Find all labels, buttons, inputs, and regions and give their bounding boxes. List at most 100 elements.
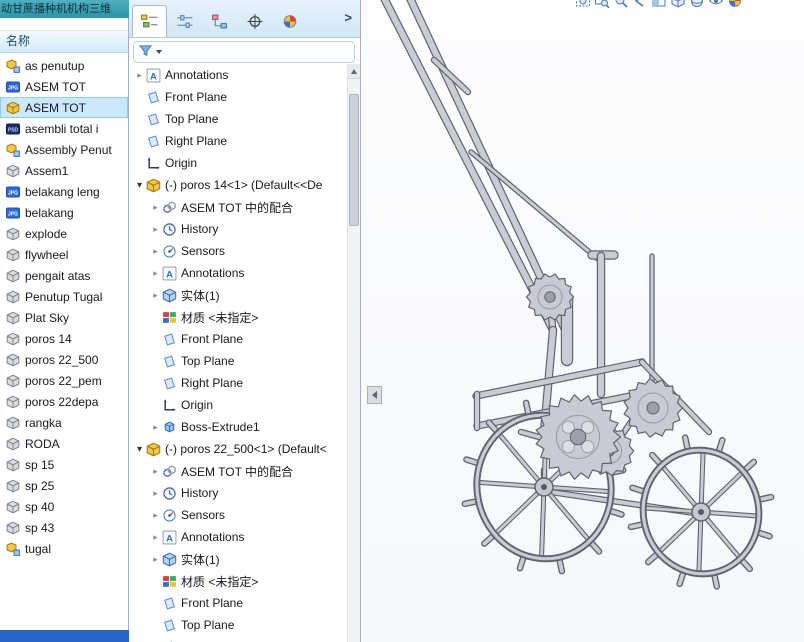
panel-splitter-handle[interactable] — [367, 386, 382, 404]
file-item-sp-43[interactable]: sp 43 — [0, 517, 128, 538]
tree-item-sensors[interactable]: ▸Sensors — [129, 504, 347, 526]
scrollbar-thumb[interactable] — [349, 94, 359, 226]
expand-arrow-icon[interactable]: ▸ — [149, 466, 162, 477]
feature-tree: ▸AAnnotationsFront PlaneTop PlaneRight P… — [129, 64, 347, 642]
tree-item-材质-未指定[interactable]: 材质 <未指定> — [129, 570, 347, 592]
graphics-area[interactable] — [361, 0, 804, 642]
zoom-fit-icon[interactable] — [575, 0, 591, 9]
tree-item-top-plane[interactable]: Top Plane — [129, 108, 347, 130]
tab-displaymanager[interactable] — [272, 5, 307, 37]
display-style-icon[interactable] — [689, 0, 705, 9]
file-item-poros-22-500[interactable]: poros 22_500 — [0, 349, 128, 370]
tree-item-sensors[interactable]: ▸Sensors — [129, 240, 347, 262]
tab-propertymanager[interactable] — [167, 5, 202, 37]
tree-item-history[interactable]: ▸History — [129, 218, 347, 240]
tab-configurationmanager[interactable] — [202, 5, 237, 37]
expand-arrow-icon[interactable]: ▸ — [133, 70, 146, 81]
tree-item-实体-1[interactable]: ▸实体(1) — [129, 284, 347, 306]
file-item-flywheel[interactable]: flywheel — [0, 244, 128, 265]
expand-arrow-icon[interactable]: ▸ — [149, 202, 162, 213]
file-item-asem-tot[interactable]: ASEM TOT — [0, 97, 128, 118]
magnifier-icon[interactable] — [613, 0, 629, 9]
expand-arrow-icon[interactable]: ▸ — [149, 510, 162, 521]
file-item-explode[interactable]: explode — [0, 223, 128, 244]
tree-item-poros-22-500-1-default[interactable]: ▾(-) poros 22_500<1> (Default< — [129, 438, 347, 460]
tree-item-label: Right Plane — [181, 376, 243, 390]
svg-text:JPG: JPG — [8, 85, 18, 91]
file-list-header[interactable]: 名称 — [0, 30, 128, 53]
filter-dropdown-caret[interactable] — [156, 50, 162, 54]
expand-arrow-icon[interactable]: ▸ — [149, 422, 162, 433]
expand-arrow-icon[interactable]: ▸ — [149, 224, 162, 235]
tree-scrollbar[interactable] — [347, 64, 360, 642]
zoom-area-icon[interactable] — [594, 0, 610, 9]
tree-item-history[interactable]: ▸ History — [129, 482, 347, 504]
expand-arrow-icon[interactable]: ▸ — [149, 554, 162, 565]
expand-arrow-icon[interactable]: ▸ — [149, 532, 162, 543]
window-titlebar: 动甘蔗播种机机构三维 — [0, 0, 130, 18]
tree-item-asem-tot-中的配合[interactable]: ▸ASEM TOT 中的配合 — [129, 460, 347, 482]
file-item-belakang[interactable]: JPGbelakang — [0, 202, 128, 223]
tab-featuremanager[interactable] — [132, 5, 167, 37]
file-item-sp-40[interactable]: sp 40 — [0, 496, 128, 517]
tree-item-label: 材质 <未指定> — [181, 309, 258, 326]
file-item-sp-15[interactable]: sp 15 — [0, 454, 128, 475]
tree-item-front-plane[interactable]: Front Plane — [129, 592, 347, 614]
scroll-up-button[interactable] — [348, 64, 360, 79]
file-item-plat-sky[interactable]: Plat Sky — [0, 307, 128, 328]
tree-item-实体-1[interactable]: ▸实体(1) — [129, 548, 347, 570]
tree-item-right-plane[interactable]: Right Plane — [129, 130, 347, 152]
tree-filter-bar[interactable] — [133, 41, 355, 63]
orientation-cube-icon[interactable] — [670, 0, 686, 9]
file-item-label: ASEM TOT — [25, 80, 86, 94]
expand-arrow-icon[interactable]: ▸ — [149, 488, 162, 499]
appearance-icon[interactable] — [727, 0, 743, 9]
tree-item-poros-14-1-default-de[interactable]: ▾(-) poros 14<1> (Default<<De — [129, 174, 347, 196]
hide-show-icon[interactable] — [708, 0, 724, 9]
expand-arrow-icon[interactable]: ▾ — [133, 180, 146, 191]
tree-item-annotations[interactable]: ▸AAnnotations — [129, 64, 347, 86]
file-item-rangka[interactable]: rangka — [0, 412, 128, 433]
tree-item-front-plane[interactable]: Front Plane — [129, 86, 347, 108]
expand-arrow-icon[interactable]: ▸ — [149, 268, 162, 279]
file-item-tugal[interactable]: tugal — [0, 538, 128, 559]
file-item-pengait-atas[interactable]: pengait atas — [0, 265, 128, 286]
file-item-asembli-total-i[interactable]: PSDasembli total i — [0, 118, 128, 139]
taskbar-strip[interactable] — [0, 630, 129, 642]
section-icon[interactable] — [651, 0, 667, 9]
file-item-sp-25[interactable]: sp 25 — [0, 475, 128, 496]
file-item-poros-22depa[interactable]: poros 22depa — [0, 391, 128, 412]
tree-item-label: History — [181, 486, 218, 500]
file-item-poros-14[interactable]: poros 14 — [0, 328, 128, 349]
tree-item-annotations[interactable]: ▸AAnnotations — [129, 526, 347, 548]
part-icon — [6, 290, 20, 304]
file-item-label: sp 43 — [25, 521, 54, 535]
tree-item-front-plane[interactable]: Front Plane — [129, 328, 347, 350]
filter-funnel-icon[interactable] — [138, 43, 153, 61]
tree-item-top-plane[interactable]: Top Plane — [129, 350, 347, 372]
expand-arrow-icon[interactable]: ▸ — [149, 290, 162, 301]
file-item-penutup-tugal[interactable]: Penutup Tugal — [0, 286, 128, 307]
file-item-assem1[interactable]: Assem1 — [0, 160, 128, 181]
jpg-icon: JPG — [6, 80, 20, 94]
tree-item-annotations[interactable]: ▸AAnnotations — [129, 262, 347, 284]
tree-item-材质-未指定[interactable]: 材质 <未指定> — [129, 306, 347, 328]
tabbar-overflow-chevron[interactable]: > — [344, 10, 356, 31]
tree-item-right-plane[interactable]: Right Plane — [129, 372, 347, 394]
tree-item-top-plane[interactable]: Top Plane — [129, 614, 347, 636]
file-item-asem-tot[interactable]: JPG ASEM TOT — [0, 76, 128, 97]
prev-view-icon[interactable] — [632, 0, 648, 9]
file-item-poros-22-pem[interactable]: poros 22_pem — [0, 370, 128, 391]
file-item-assembly-penut[interactable]: Assembly Penut — [0, 139, 128, 160]
tree-item-asem-tot-中的配合[interactable]: ▸ASEM TOT 中的配合 — [129, 196, 347, 218]
tab-dimxpertmanager[interactable] — [237, 5, 272, 37]
file-item-roda[interactable]: RODA — [0, 433, 128, 454]
tree-item-origin[interactable]: Origin — [129, 152, 347, 174]
tree-item-right-plane[interactable]: Right Plane — [129, 636, 347, 642]
file-item-as-penutup[interactable]: as penutup — [0, 55, 128, 76]
expand-arrow-icon[interactable]: ▸ — [149, 246, 162, 257]
expand-arrow-icon[interactable]: ▾ — [133, 444, 146, 455]
tree-item-boss-extrude1[interactable]: ▸Boss-Extrude1 — [129, 416, 347, 438]
tree-item-origin[interactable]: Origin — [129, 394, 347, 416]
file-item-belakang-leng[interactable]: JPGbelakang leng — [0, 181, 128, 202]
